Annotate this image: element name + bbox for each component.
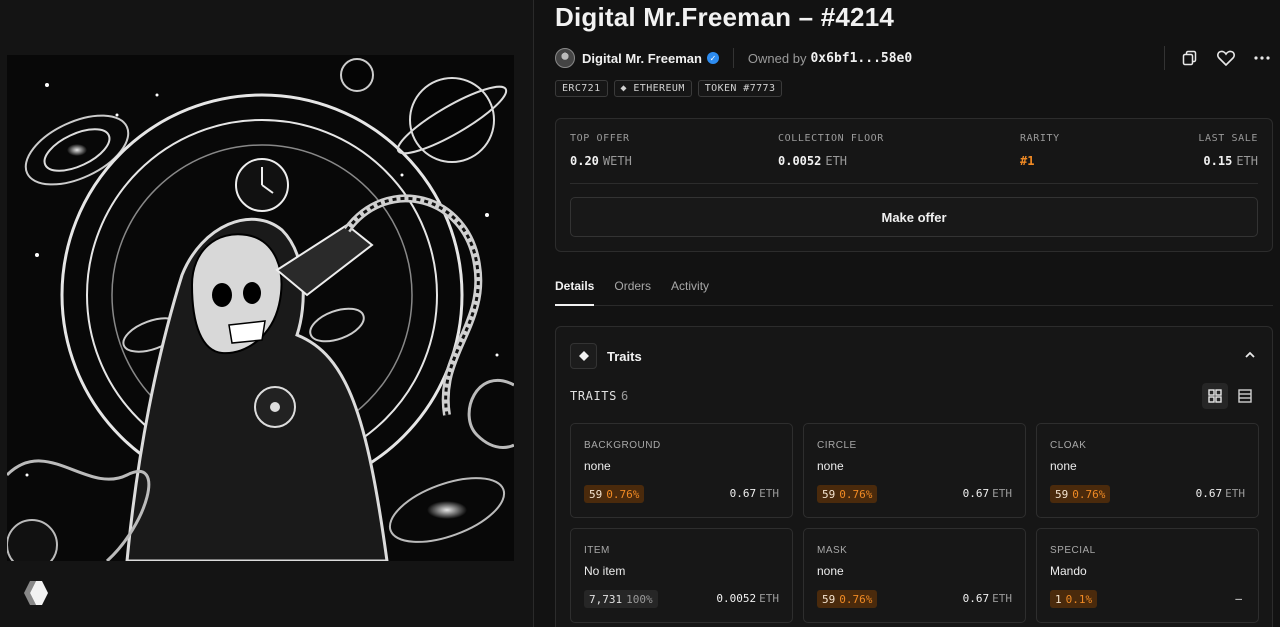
media-pane: [0, 0, 534, 627]
trait-rarity-badge: 59 0.76%: [817, 590, 878, 608]
stat-collection-floor: COLLECTION FLOOR 0.0052 ETH: [778, 133, 884, 168]
stats-card: TOP OFFER 0.20 WETH COLLECTION FLOOR 0.00…: [555, 118, 1273, 252]
creator-name[interactable]: Digital Mr. Freeman: [582, 51, 702, 66]
more-icon: [1254, 56, 1270, 60]
logo-icon[interactable]: [18, 577, 50, 609]
make-offer-button[interactable]: Make offer: [570, 197, 1258, 237]
favorite-button[interactable]: [1215, 47, 1237, 69]
divider: [1164, 46, 1165, 70]
trait-rarity-badge: 59 0.76%: [1050, 485, 1111, 503]
trait-rarity-badge: 59 0.76%: [584, 485, 645, 503]
list-view-icon: [1238, 389, 1252, 403]
tab-details[interactable]: Details: [555, 276, 595, 306]
stat-top-offer: TOP OFFER 0.20 WETH: [570, 133, 632, 168]
list-view-button[interactable]: [1232, 383, 1258, 409]
stat-value: 0.0052 ETH: [778, 154, 848, 168]
creator-row: Digital Mr. Freeman ✓ Owned by 0x6bf1...…: [555, 46, 1273, 70]
trait-card-cloak[interactable]: CLOAK none 59 0.76% 0.67 ETH: [1036, 423, 1259, 518]
grid-view-icon: [1208, 389, 1222, 403]
trait-floor-price: 0.67 ETH: [962, 592, 1012, 605]
trait-value: none: [817, 564, 844, 578]
trait-floor-price: 0.67 ETH: [1195, 487, 1245, 500]
trait-floor-price: 0.67 ETH: [962, 487, 1012, 500]
trait-floor-price: –: [1235, 592, 1242, 605]
traits-header[interactable]: Traits: [570, 343, 642, 369]
trait-card-circle[interactable]: CIRCLE none 59 0.76% 0.67 ETH: [803, 423, 1026, 518]
heart-icon: [1217, 50, 1235, 66]
trait-type: CIRCLE: [817, 440, 857, 451]
token-tags: ERC721 ◆ ETHEREUM TOKEN #7773: [555, 80, 783, 97]
traits-panel: Traits TRAITS 6 BACKGROUND none 59 0.76%…: [555, 326, 1273, 627]
trait-rarity-badge: 1 0.1%: [1050, 590, 1098, 608]
trait-card-special[interactable]: SPECIAL Mando 1 0.1% –: [1036, 528, 1259, 623]
diamond-icon: [570, 343, 597, 369]
stat-value: 0.20 WETH: [570, 154, 632, 168]
trait-value: none: [1050, 459, 1077, 473]
tab-bar: Details Orders Activity: [555, 276, 1273, 306]
collapse-button[interactable]: [1242, 347, 1258, 363]
trait-card-mask[interactable]: MASK none 59 0.76% 0.67 ETH: [803, 528, 1026, 623]
trait-value: none: [584, 459, 611, 473]
copy-button[interactable]: [1179, 47, 1201, 69]
details-pane: Digital Mr.Freeman – #4214 Digital Mr. F…: [555, 0, 1273, 627]
stat-label: COLLECTION FLOOR: [778, 133, 884, 144]
ethereum-icon: ◆: [620, 83, 634, 94]
trait-floor-price: 0.0052 ETH: [716, 592, 779, 605]
trait-type: CLOAK: [1050, 440, 1087, 451]
trait-type: MASK: [817, 545, 848, 556]
owner-address[interactable]: 0x6bf1...58e0: [810, 51, 912, 66]
copy-icon: [1182, 50, 1197, 66]
trait-type: ITEM: [584, 545, 610, 556]
divider: [570, 183, 1258, 184]
traits-count: TRAITS 6: [570, 389, 629, 403]
trait-card-background[interactable]: BACKGROUND none 59 0.76% 0.67 ETH: [570, 423, 793, 518]
owned-by-label: Owned by: [747, 50, 807, 66]
trait-value: Mando: [1050, 564, 1087, 578]
verified-icon: ✓: [706, 52, 719, 64]
trait-type: BACKGROUND: [584, 440, 661, 451]
tag-standard: ERC721: [555, 80, 608, 97]
artwork-image: [7, 55, 514, 561]
stat-label: LAST SALE: [1198, 133, 1258, 144]
tab-orders[interactable]: Orders: [614, 276, 651, 306]
trait-rarity-badge: 7,731 100%: [584, 590, 658, 608]
trait-value: No item: [584, 564, 626, 578]
trait-floor-price: 0.67 ETH: [729, 487, 779, 500]
stat-label: RARITY: [1020, 133, 1060, 144]
trait-value: none: [817, 459, 844, 473]
page-title: Digital Mr.Freeman – #4214: [555, 2, 895, 32]
grid-view-button[interactable]: [1202, 383, 1228, 409]
stat-last-sale: LAST SALE 0.15 ETH: [1198, 133, 1258, 168]
stat-label: TOP OFFER: [570, 133, 630, 144]
action-bar: [1164, 46, 1273, 70]
trait-rarity-badge: 59 0.76%: [817, 485, 878, 503]
chevron-up-icon: [1245, 351, 1255, 358]
trait-card-item[interactable]: ITEM No item 7,731 100% 0.0052 ETH: [570, 528, 793, 623]
stat-rarity: RARITY #1: [1020, 133, 1060, 168]
tag-chain: ◆ ETHEREUM: [613, 80, 692, 97]
more-button[interactable]: [1251, 47, 1273, 69]
view-toggle: [1202, 383, 1258, 409]
stat-value: #1: [1020, 154, 1035, 168]
traits-title: Traits: [607, 348, 642, 364]
creator-avatar[interactable]: [555, 48, 575, 68]
nft-artwork[interactable]: [7, 55, 514, 561]
tab-activity[interactable]: Activity: [671, 276, 709, 306]
stat-value: 0.15 ETH: [1203, 154, 1258, 168]
divider: [732, 48, 734, 68]
trait-type: SPECIAL: [1050, 545, 1096, 556]
tag-token-id: TOKEN #7773: [697, 80, 783, 97]
